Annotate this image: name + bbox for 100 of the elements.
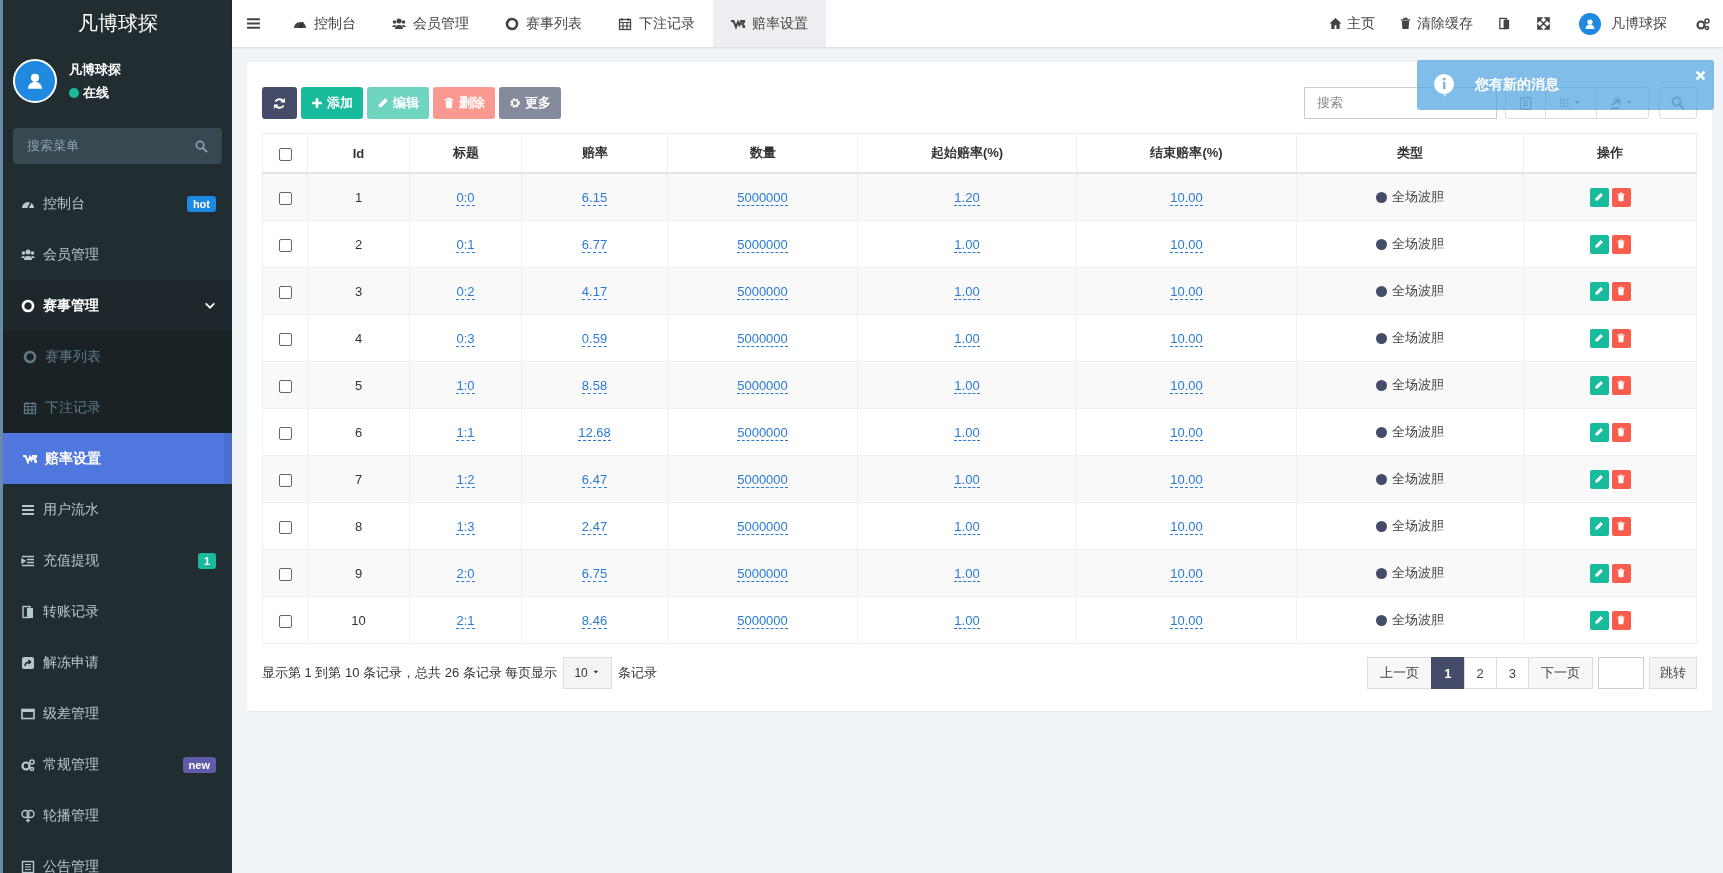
row-checkbox[interactable] xyxy=(278,614,292,628)
select-all-checkbox[interactable] xyxy=(278,147,292,161)
odds-link[interactable]: 8.58 xyxy=(581,377,608,394)
title-link[interactable]: 0:3 xyxy=(456,330,475,347)
row-checkbox[interactable] xyxy=(278,426,292,440)
sidebar-item[interactable]: 赔率设置 xyxy=(3,433,232,484)
user-menu[interactable]: 凡博球探 xyxy=(1563,0,1683,47)
delete-button[interactable] xyxy=(1611,234,1631,254)
title-link[interactable]: 1:3 xyxy=(456,518,475,535)
amount-link[interactable]: 5000000 xyxy=(737,565,788,582)
sidebar-item[interactable]: 常规管理 new xyxy=(3,739,232,790)
odds-link[interactable]: 12.68 xyxy=(578,424,611,441)
page-button[interactable]: 1 xyxy=(1431,657,1465,689)
edit-button[interactable] xyxy=(1589,281,1609,301)
title-link[interactable]: 1:0 xyxy=(456,377,475,394)
delete-button[interactable] xyxy=(1611,187,1631,207)
edit-button[interactable] xyxy=(1589,422,1609,442)
row-checkbox[interactable] xyxy=(278,332,292,346)
sidebar-item[interactable]: 下注记录 xyxy=(3,382,232,433)
row-checkbox[interactable] xyxy=(278,567,292,581)
end-rate-link[interactable]: 10.00 xyxy=(1170,471,1203,488)
search-field[interactable]: 搜索菜单 xyxy=(13,128,222,164)
start-rate-link[interactable]: 1.00 xyxy=(954,377,980,394)
odds-link[interactable]: 8.46 xyxy=(581,612,608,629)
title-link[interactable]: 2:1 xyxy=(456,612,475,629)
end-rate-link[interactable]: 10.00 xyxy=(1170,189,1203,206)
edit-button[interactable] xyxy=(1589,328,1609,348)
page-size-dropdown[interactable]: 10 xyxy=(563,657,612,689)
amount-link[interactable]: 5000000 xyxy=(737,612,788,629)
edit-button[interactable] xyxy=(1589,375,1609,395)
odds-link[interactable]: 6.77 xyxy=(581,236,608,253)
more-button[interactable]: 更多 xyxy=(499,87,561,119)
jump-button[interactable]: 跳转 xyxy=(1649,657,1697,689)
edit-button[interactable] xyxy=(1589,563,1609,583)
start-rate-link[interactable]: 1.00 xyxy=(954,612,980,629)
end-rate-link[interactable]: 10.00 xyxy=(1170,518,1203,535)
odds-link[interactable]: 4.17 xyxy=(581,283,608,300)
sidebar-item[interactable]: 赛事列表 xyxy=(3,331,232,382)
amount-link[interactable]: 5000000 xyxy=(737,330,788,347)
title-link[interactable]: 0:1 xyxy=(456,236,475,253)
edit-button[interactable] xyxy=(1589,469,1609,489)
page-button[interactable]: 3 xyxy=(1495,657,1529,689)
start-rate-link[interactable]: 1.00 xyxy=(954,236,980,253)
nav-link[interactable]: 清除缓存 xyxy=(1387,0,1485,47)
refresh-button[interactable] xyxy=(262,87,297,119)
row-checkbox[interactable] xyxy=(278,191,292,205)
next-page-button[interactable]: 下一页 xyxy=(1528,657,1593,689)
title-link[interactable]: 2:0 xyxy=(456,565,475,582)
amount-link[interactable]: 5000000 xyxy=(737,236,788,253)
title-link[interactable]: 1:2 xyxy=(456,471,475,488)
end-rate-link[interactable]: 10.00 xyxy=(1170,612,1203,629)
delete-button[interactable] xyxy=(1611,422,1631,442)
end-rate-link[interactable]: 10.00 xyxy=(1170,283,1203,300)
end-rate-link[interactable]: 10.00 xyxy=(1170,565,1203,582)
start-rate-link[interactable]: 1.00 xyxy=(954,471,980,488)
nav-link[interactable]: 主页 xyxy=(1317,0,1387,47)
delete-button[interactable] xyxy=(1611,281,1631,301)
start-rate-link[interactable]: 1.00 xyxy=(954,330,980,347)
amount-link[interactable]: 5000000 xyxy=(737,424,788,441)
sidebar-item[interactable]: 控制台 hot xyxy=(3,178,232,229)
odds-link[interactable]: 0.59 xyxy=(581,330,608,347)
page-input[interactable] xyxy=(1598,657,1644,689)
edit-button[interactable] xyxy=(1589,234,1609,254)
delete-button[interactable] xyxy=(1611,469,1631,489)
amount-link[interactable]: 5000000 xyxy=(737,283,788,300)
sidebar-item[interactable]: 级差管理 xyxy=(3,688,232,739)
start-rate-link[interactable]: 1.00 xyxy=(954,518,980,535)
start-rate-link[interactable]: 1.00 xyxy=(954,424,980,441)
delete-button[interactable] xyxy=(1611,610,1631,630)
row-checkbox[interactable] xyxy=(278,473,292,487)
edit-button[interactable] xyxy=(1589,516,1609,536)
page-button[interactable]: 2 xyxy=(1463,657,1497,689)
sidebar-item[interactable]: 轮播管理 xyxy=(3,790,232,841)
title-link[interactable]: 0:2 xyxy=(456,283,475,300)
start-rate-link[interactable]: 1.00 xyxy=(954,283,980,300)
delete-button[interactable] xyxy=(1611,563,1631,583)
end-rate-link[interactable]: 10.00 xyxy=(1170,424,1203,441)
row-checkbox[interactable] xyxy=(278,379,292,393)
start-rate-link[interactable]: 1.20 xyxy=(954,189,980,206)
prev-page-button[interactable]: 上一页 xyxy=(1367,657,1433,689)
add-button[interactable]: 添加 xyxy=(301,87,363,119)
sidebar-item[interactable]: 充值提现 1 xyxy=(3,535,232,586)
sidebar-item[interactable]: 用户流水 xyxy=(3,484,232,535)
title-link[interactable]: 0:0 xyxy=(456,189,475,206)
odds-link[interactable]: 6.15 xyxy=(581,189,608,206)
odds-link[interactable]: 2.47 xyxy=(581,518,608,535)
sidebar-item[interactable]: 赛事管理 xyxy=(3,280,232,331)
end-rate-link[interactable]: 10.00 xyxy=(1170,330,1203,347)
sidebar-item[interactable]: 解冻申请 xyxy=(3,637,232,688)
nav-tab[interactable]: 控制台 xyxy=(275,0,374,47)
odds-link[interactable]: 6.75 xyxy=(581,565,608,582)
delete-button[interactable] xyxy=(1611,328,1631,348)
sidebar-item[interactable]: 转账记录 xyxy=(3,586,232,637)
start-rate-link[interactable]: 1.00 xyxy=(954,565,980,582)
delete-button[interactable] xyxy=(1611,375,1631,395)
odds-link[interactable]: 6.47 xyxy=(581,471,608,488)
edit-button[interactable] xyxy=(1589,187,1609,207)
amount-link[interactable]: 5000000 xyxy=(737,189,788,206)
nav-tab[interactable]: 会员管理 xyxy=(374,0,487,47)
end-rate-link[interactable]: 10.00 xyxy=(1170,377,1203,394)
